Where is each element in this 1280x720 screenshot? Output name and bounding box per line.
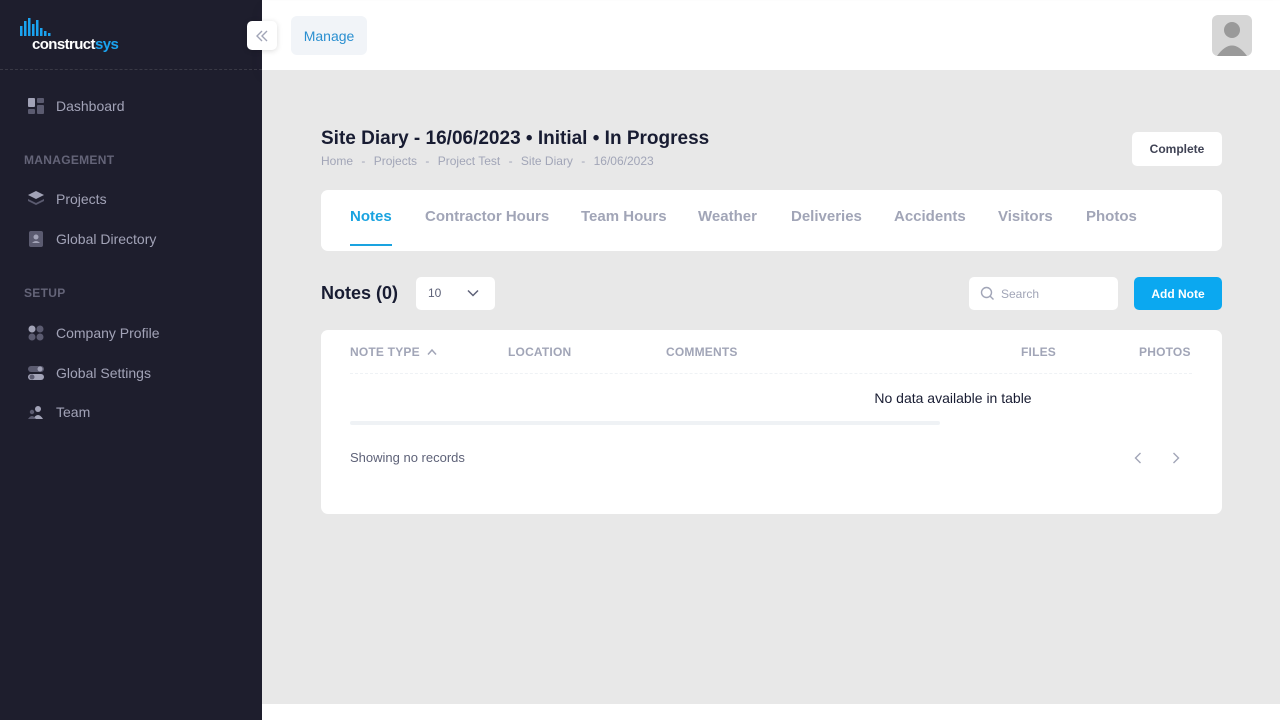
breadcrumb-date: 16/06/2023 xyxy=(593,154,654,168)
horizontal-scrollbar[interactable] xyxy=(350,421,940,425)
section-title-management: MANAGEMENT xyxy=(24,153,115,167)
tab-deliveries[interactable]: Deliveries xyxy=(791,208,862,225)
breadcrumb-separator: - xyxy=(508,154,513,168)
column-header-comments[interactable]: COMMENTS xyxy=(666,345,738,359)
tab-visitors[interactable]: Visitors xyxy=(998,208,1053,225)
address-book-icon xyxy=(26,229,46,249)
layers-icon xyxy=(26,189,46,209)
breadcrumb-site-diary[interactable]: Site Diary xyxy=(521,154,573,168)
records-info: Showing no records xyxy=(350,450,465,465)
breadcrumb-separator: - xyxy=(425,154,430,168)
chevron-right-icon xyxy=(1173,452,1180,464)
previous-page-button[interactable] xyxy=(1130,450,1146,466)
main-content: Site Diary - 16/06/2023 • Initial • In P… xyxy=(262,70,1280,704)
breadcrumb-project[interactable]: Project Test xyxy=(438,154,500,168)
column-header-files[interactable]: FILES xyxy=(1021,345,1056,359)
search-box xyxy=(969,277,1118,310)
section-title-setup: SETUP xyxy=(24,286,66,300)
tab-weather[interactable]: Weather xyxy=(698,208,757,225)
column-header-note-type[interactable]: NOTE TYPE xyxy=(350,345,437,359)
sidebar-item-label: Projects xyxy=(56,191,107,207)
notes-table: NOTE TYPE LOCATION COMMENTS FILES PHOTOS… xyxy=(321,330,1222,514)
chevron-left-icon xyxy=(1134,452,1141,464)
breadcrumb-home[interactable]: Home xyxy=(321,154,353,168)
footer xyxy=(262,704,1280,720)
tab-notes[interactable]: Notes xyxy=(350,208,392,225)
tab-accidents[interactable]: Accidents xyxy=(894,208,966,225)
sidebar-item-team[interactable]: Team xyxy=(26,400,90,424)
sidebar-item-label: Global Directory xyxy=(56,231,157,247)
tabs-bar: Notes Contractor Hours Team Hours Weathe… xyxy=(321,190,1222,251)
user-icon xyxy=(1217,22,1247,56)
column-header-location[interactable]: LOCATION xyxy=(508,345,571,359)
user-avatar[interactable] xyxy=(1212,15,1252,56)
building-icon xyxy=(26,323,46,343)
toggle-icon xyxy=(26,363,46,383)
tab-team-hours[interactable]: Team Hours xyxy=(581,208,667,225)
breadcrumb-projects[interactable]: Projects xyxy=(374,154,417,168)
complete-button[interactable]: Complete xyxy=(1132,132,1222,166)
sidebar-item-company-profile[interactable]: Company Profile xyxy=(26,321,160,345)
empty-message: No data available in table xyxy=(874,390,1032,406)
users-icon xyxy=(26,402,46,422)
add-note-button[interactable]: Add Note xyxy=(1134,277,1222,310)
tab-contractor-hours[interactable]: Contractor Hours xyxy=(425,208,549,225)
manage-tab[interactable]: Manage xyxy=(291,16,367,55)
tab-photos[interactable]: Photos xyxy=(1086,208,1137,225)
per-page-select[interactable]: 10 xyxy=(416,277,495,310)
sidebar-item-label: Team xyxy=(56,404,91,420)
breadcrumb-separator: - xyxy=(581,154,586,168)
top-header: Manage xyxy=(262,1,1280,70)
sidebar-item-label: Dashboard xyxy=(56,98,125,114)
sidebar-collapse-button[interactable] xyxy=(247,21,277,50)
sidebar: constructsys Dashboard MANAGEMENT Projec… xyxy=(0,0,262,720)
search-input[interactable] xyxy=(1001,277,1111,310)
column-header-label: NOTE TYPE xyxy=(350,345,420,359)
dashboard-icon xyxy=(26,96,46,116)
sidebar-item-dashboard[interactable]: Dashboard xyxy=(26,94,125,118)
sidebar-item-projects[interactable]: Projects xyxy=(26,187,107,211)
sidebar-item-global-directory[interactable]: Global Directory xyxy=(26,227,156,251)
sidebar-item-label: Global Settings xyxy=(56,365,151,381)
breadcrumb: Home - Projects - Project Test - Site Di… xyxy=(321,154,659,168)
breadcrumb-separator: - xyxy=(361,154,366,168)
sidebar-item-label: Company Profile xyxy=(56,325,160,341)
sort-ascending-icon xyxy=(427,348,437,355)
sidebar-item-global-settings[interactable]: Global Settings xyxy=(26,361,151,385)
header-divider xyxy=(350,373,1192,374)
page-title: Site Diary - 16/06/2023 • Initial • In P… xyxy=(321,128,710,149)
column-header-photos[interactable]: PHOTOS xyxy=(1139,345,1191,359)
brand-logo[interactable]: constructsys xyxy=(0,0,262,70)
chevron-down-icon xyxy=(467,289,479,297)
next-page-button[interactable] xyxy=(1168,450,1184,466)
double-chevron-left-icon xyxy=(256,30,268,41)
per-page-value: 10 xyxy=(428,286,442,300)
brand-name: constructsys xyxy=(32,36,119,53)
notes-title: Notes (0) xyxy=(321,283,399,303)
active-tab-indicator xyxy=(350,244,392,246)
search-icon xyxy=(980,286,994,300)
